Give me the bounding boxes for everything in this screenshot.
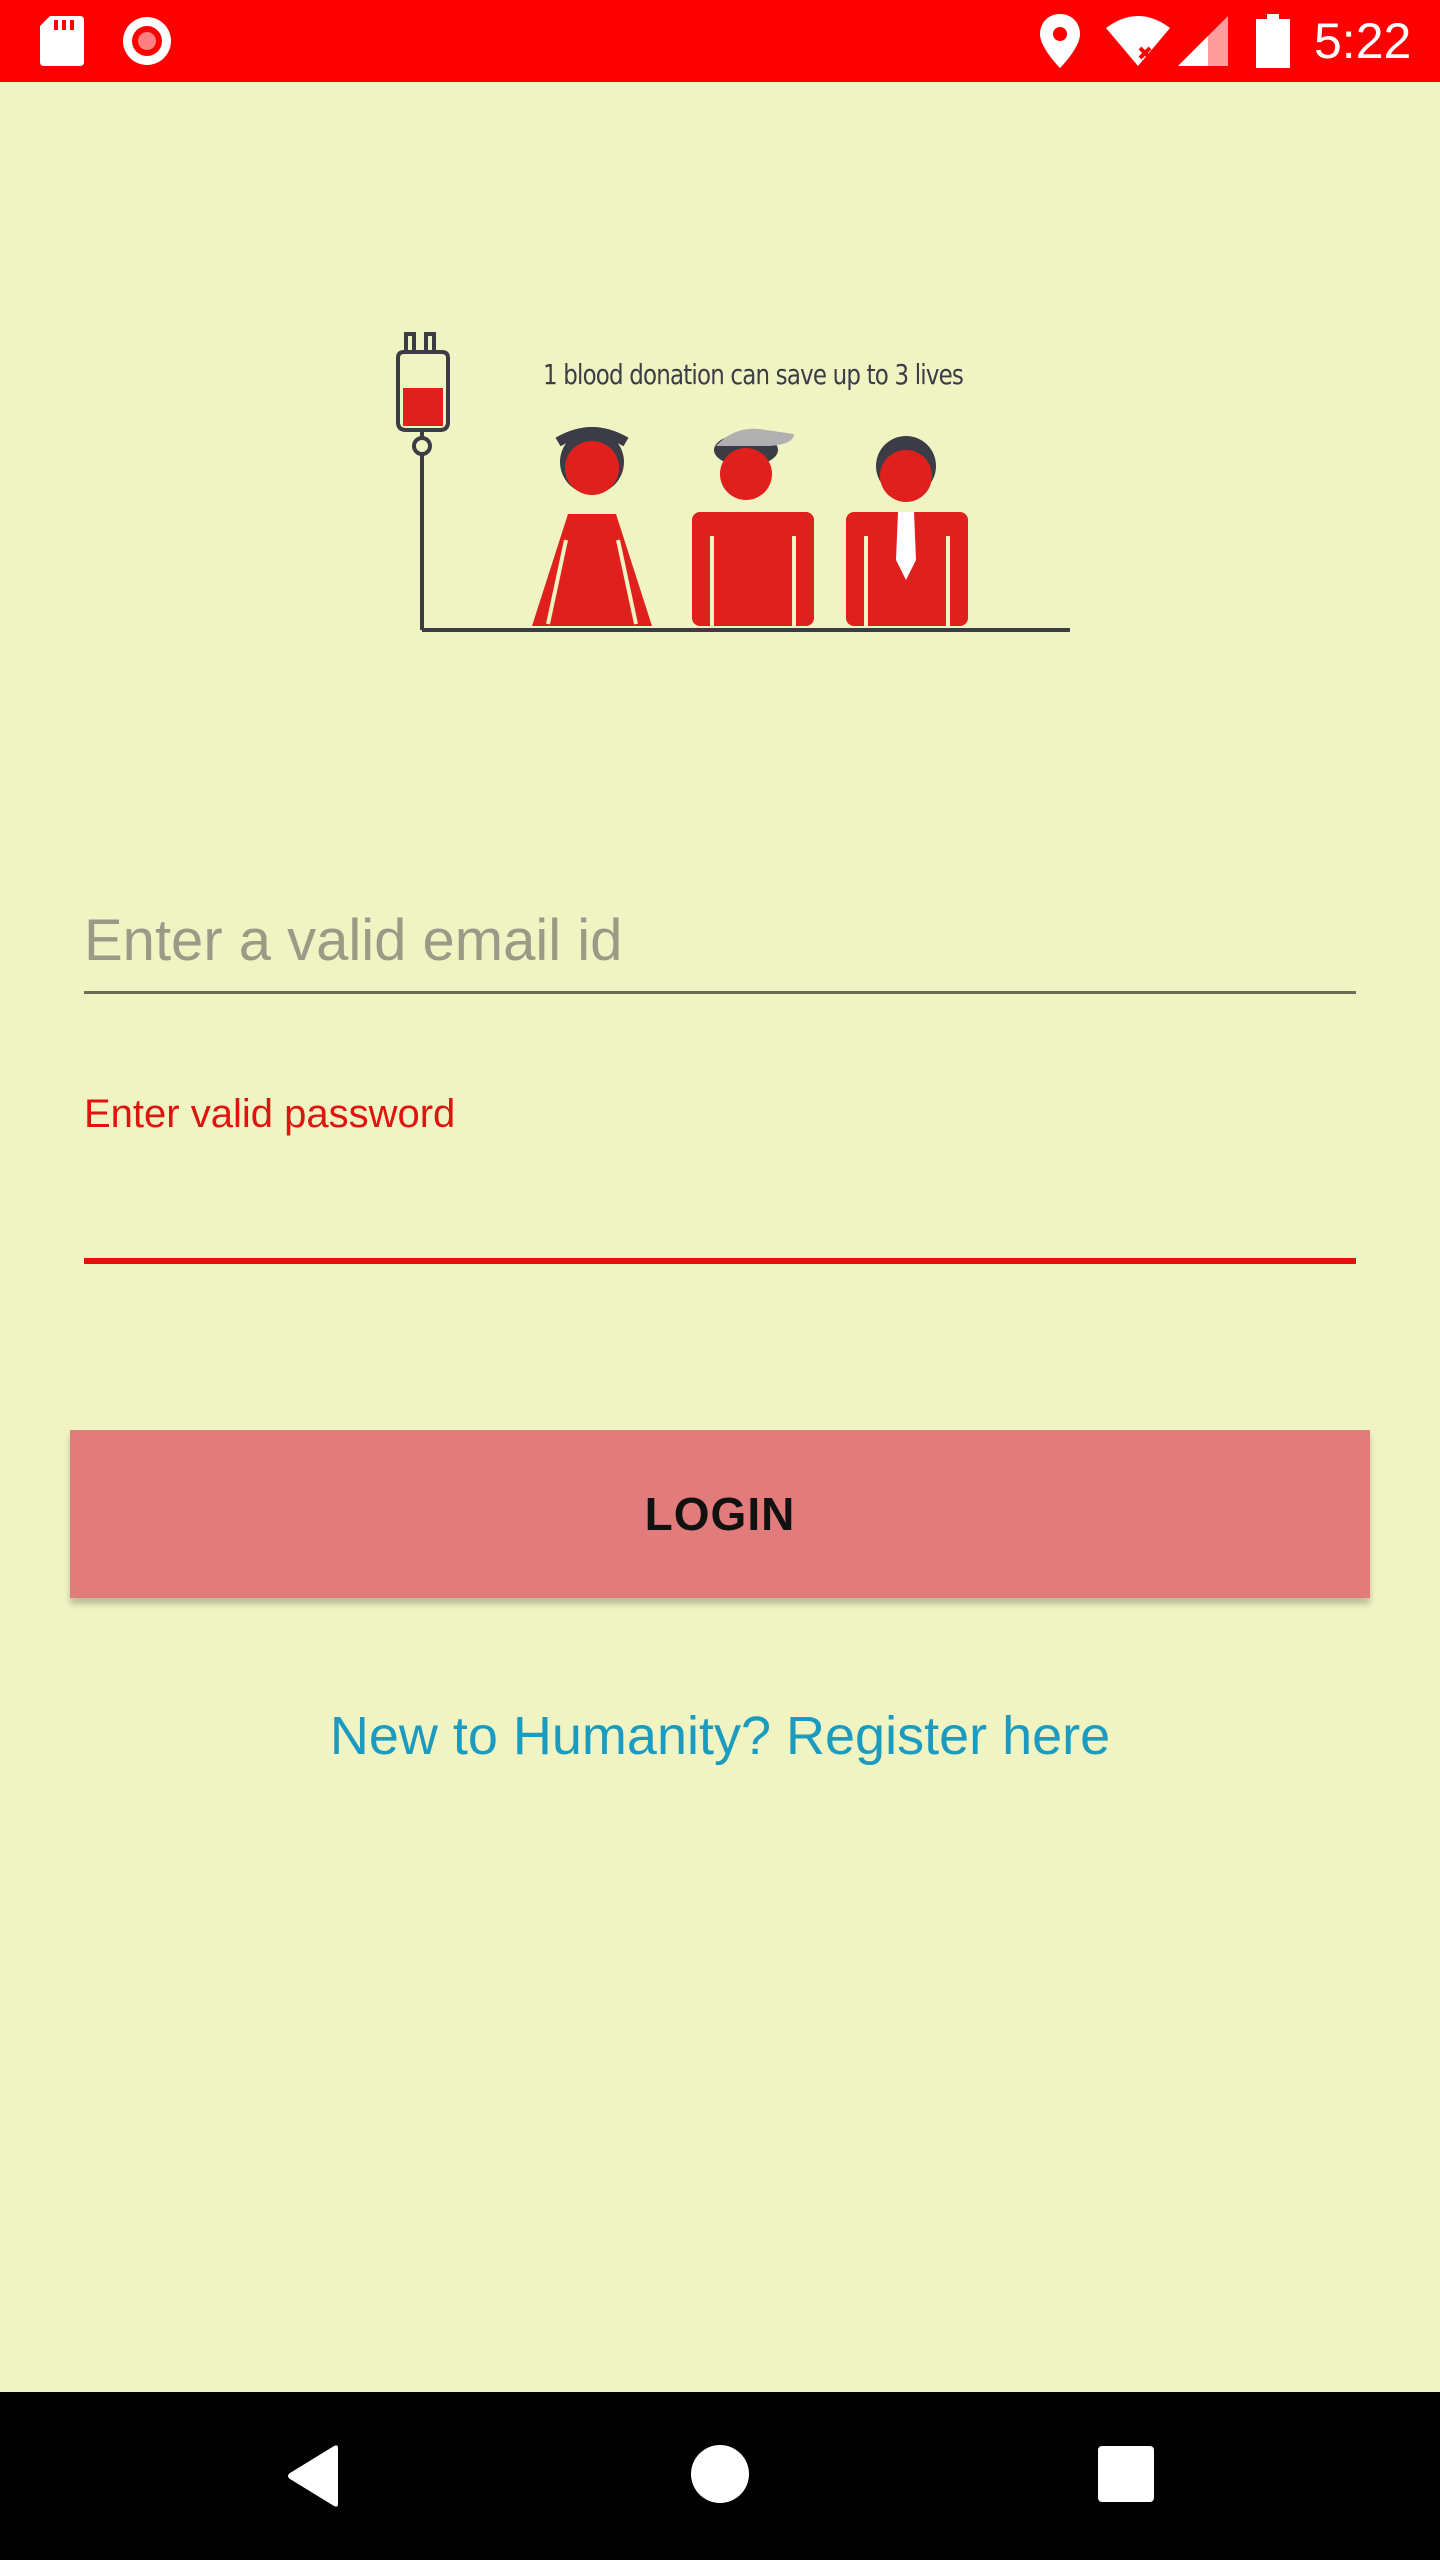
record-icon	[123, 17, 171, 65]
email-field-container	[84, 890, 1356, 996]
person-woman-figure	[532, 427, 652, 626]
password-field[interactable]	[84, 1160, 1356, 1264]
status-bar: 5:22	[0, 0, 1440, 82]
cell-signal-icon	[1178, 16, 1228, 66]
person-tie-figure	[846, 436, 968, 626]
sd-card-icon	[40, 16, 84, 66]
person-cap-figure	[692, 428, 814, 626]
back-icon[interactable]	[286, 2444, 342, 2508]
status-clock: 5:22	[1314, 13, 1412, 69]
illustration-caption: 1 blood donation can save up to 3 lives	[543, 358, 964, 391]
navigation-bar	[0, 2392, 1440, 2560]
wifi-icon	[1106, 16, 1170, 66]
email-field[interactable]	[84, 890, 1356, 994]
register-link[interactable]: New to Humanity? Register here	[0, 1705, 1440, 1767]
battery-icon	[1256, 14, 1290, 68]
recent-apps-icon[interactable]	[1098, 2446, 1154, 2502]
password-field-container	[84, 1160, 1356, 1266]
location-icon	[1040, 14, 1080, 68]
home-icon[interactable]	[690, 2444, 750, 2504]
login-button[interactable]: LOGIN	[70, 1430, 1370, 1598]
password-error-label: Enter valid password	[84, 1092, 456, 1136]
